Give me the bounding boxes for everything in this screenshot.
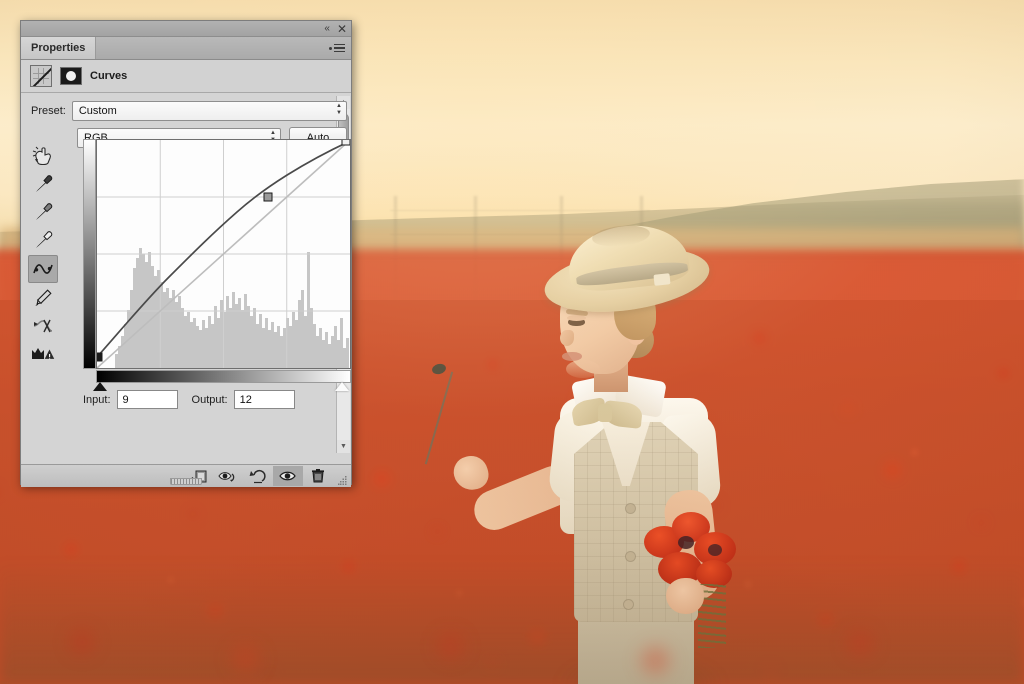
input-gradient-bar (96, 370, 351, 383)
vest-button (626, 552, 635, 561)
tab-properties-label: Properties (31, 42, 86, 54)
panel-tab-row: Properties (21, 37, 351, 60)
preset-label: Preset: (31, 105, 66, 117)
input-label: Input: (83, 393, 111, 406)
layer-mask-thumbnail-icon[interactable] (60, 67, 82, 85)
preset-value: Custom (78, 105, 117, 117)
screenshot-root: « ✕ Properties Curves ▼ Preset: Custom ▲… (0, 0, 1024, 684)
input-value: 9 (122, 393, 129, 406)
white-point-eyedropper-icon[interactable] (29, 227, 57, 253)
smooth-curve-tool-icon[interactable] (29, 313, 57, 339)
panel-menu-icon[interactable] (323, 37, 351, 59)
control-point-mid (263, 192, 273, 202)
input-output-row: Input: 9 Output: 12 (83, 390, 295, 409)
boy-subject (424, 219, 776, 684)
panel-resize-tab[interactable] (170, 478, 202, 485)
edit-points-curve-tool-icon[interactable] (28, 255, 58, 283)
panel-titlebar[interactable]: « ✕ (21, 21, 351, 37)
curve-plot[interactable] (96, 139, 351, 369)
adjustment-header: Curves (21, 60, 351, 93)
boy-nose (560, 330, 574, 346)
delete-adjustment-layer-button[interactable] (303, 466, 333, 486)
boy-right-hand (666, 578, 704, 614)
adjustment-title: Curves (90, 70, 128, 82)
clipping-warning-tool-icon[interactable] (29, 341, 57, 367)
histogram (115, 248, 349, 368)
scroll-down-icon[interactable]: ▼ (337, 440, 350, 453)
panel-footer (21, 464, 351, 487)
curves-icon (30, 65, 52, 87)
vest-button (624, 600, 633, 609)
gray-point-eyedropper-icon[interactable] (29, 199, 57, 225)
white-point-slider[interactable] (335, 382, 349, 391)
chevron-updown-icon[interactable]: ▲▼ (336, 103, 342, 116)
boy-lips (562, 352, 582, 361)
tab-row-filler (96, 37, 323, 59)
toggle-previous-state-button[interactable] (213, 466, 243, 486)
curve-svg[interactable] (97, 140, 350, 368)
output-gradient-bar (83, 139, 96, 369)
curves-toolbar (27, 143, 59, 367)
vest-button (626, 504, 635, 513)
reset-adjustment-button[interactable] (243, 466, 273, 486)
output-label: Output: (191, 393, 228, 406)
output-field[interactable]: 12 (233, 390, 295, 409)
panel-resize-grip[interactable] (333, 465, 349, 487)
close-icon[interactable]: ✕ (337, 23, 347, 35)
collapse-icon[interactable]: « (324, 23, 330, 34)
black-point-eyedropper-icon[interactable] (29, 171, 57, 197)
input-field[interactable]: 9 (116, 390, 178, 409)
panel-body: ▲ ▼ Preset: Custom ▲▼ RGB ▲▼ (21, 93, 351, 464)
pencil-draw-curve-tool-icon[interactable] (29, 285, 57, 311)
field-foreground-shade (0, 560, 1024, 684)
output-value: 12 (239, 393, 252, 406)
control-point-white (341, 140, 350, 146)
on-image-adjustment-tool-icon[interactable] (29, 143, 57, 169)
bow-tie-knot (598, 404, 612, 422)
control-point-black (97, 352, 103, 362)
preset-select[interactable]: Custom ▲ ▼ (71, 101, 347, 121)
properties-panel[interactable]: « ✕ Properties Curves ▼ Preset: Custom ▲… (20, 20, 352, 487)
toggle-layer-visibility-button[interactable] (273, 466, 303, 486)
tab-properties[interactable]: Properties (21, 37, 97, 59)
